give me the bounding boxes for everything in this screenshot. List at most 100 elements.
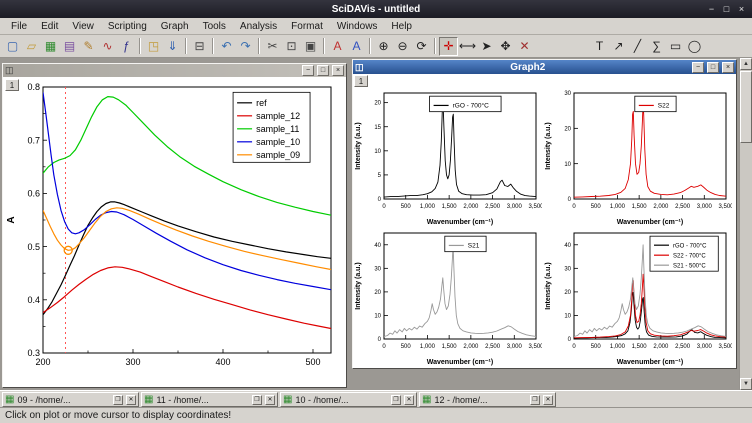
svg-text:20: 20	[374, 101, 381, 107]
menu-help[interactable]: Help	[384, 19, 419, 34]
svg-text:1,000: 1,000	[420, 344, 436, 350]
font-color-icon[interactable]: A	[328, 37, 347, 56]
svg-text:3,500: 3,500	[718, 204, 732, 210]
svg-text:Intensity (a.u.): Intensity (a.u.)	[355, 122, 362, 169]
scroll-thumb[interactable]	[740, 71, 752, 143]
graph2-maximize-button[interactable]: □	[707, 62, 719, 73]
table-icon: ▦	[5, 395, 14, 405]
screen-reader-icon[interactable]: ✛	[439, 37, 458, 56]
draw-arrow-icon[interactable]: ↗	[609, 37, 628, 56]
svg-text:10: 10	[374, 314, 381, 320]
graph-window-icon: ◫	[5, 66, 14, 75]
tab-restore-button[interactable]: ❐	[113, 395, 123, 405]
new-matrix-icon[interactable]: ▤	[60, 37, 79, 56]
add-rectangle-icon[interactable]: ▭	[666, 37, 685, 56]
tab-restore-button[interactable]: ❐	[391, 395, 401, 405]
menu-scripting[interactable]: Scripting	[101, 19, 154, 34]
subplot-s22[interactable]: 05001,0001,5002,0002,5003,0003,500010203…	[544, 88, 732, 226]
graph2-titlebar[interactable]: ◫ Graph2 − □ ×	[353, 60, 736, 74]
save-project-icon[interactable]: ⇓	[163, 37, 182, 56]
svg-text:A: A	[6, 216, 17, 223]
svg-text:10: 10	[564, 314, 571, 320]
tab-close-button[interactable]: ✕	[265, 395, 275, 405]
new-folder-icon[interactable]: ▱	[22, 37, 41, 56]
draw-line-icon[interactable]: ╱	[628, 37, 647, 56]
rescale-to-show-all-icon[interactable]: ⟳	[412, 37, 431, 56]
fill-color-icon[interactable]: A	[347, 37, 366, 56]
new-function-plot-icon[interactable]: ƒ	[117, 37, 136, 56]
add-equation-icon[interactable]: ∑	[647, 37, 666, 56]
graph1-titlebar[interactable]: ◫ − □ ×	[3, 64, 346, 77]
tab-restore-button[interactable]: ❐	[530, 395, 540, 405]
window-titlebar[interactable]: SciDAVis - untitled − □ ×	[0, 0, 752, 18]
svg-text:3,500: 3,500	[718, 344, 732, 350]
add-ellipse-icon[interactable]: ◯	[685, 37, 704, 56]
subplot-s21[interactable]: 05001,0001,5002,0002,5003,0003,500010203…	[354, 228, 542, 366]
move-data-points-icon[interactable]: ✥	[496, 37, 515, 56]
cut-icon[interactable]: ✂	[263, 37, 282, 56]
window-tab-12[interactable]: ▦12 - /home/...❐✕	[419, 392, 556, 407]
add-text-icon[interactable]: T	[590, 37, 609, 56]
tab-close-button[interactable]: ✕	[404, 395, 414, 405]
minimize-button[interactable]: −	[704, 3, 719, 16]
vertical-scrollbar[interactable]: ▲ ▼	[739, 58, 752, 390]
graph1-layer-button[interactable]: 1	[5, 79, 19, 91]
graph2-minimize-button[interactable]: −	[692, 62, 704, 73]
menu-file[interactable]: File	[4, 19, 34, 34]
subplot-grid: 05001,0001,5002,0002,5003,0003,500051015…	[354, 88, 735, 366]
zoom-in-icon[interactable]: ⊕	[374, 37, 393, 56]
paste-icon[interactable]: ▣	[301, 37, 320, 56]
window-tab-10[interactable]: ▦10 - /home/...❐✕	[280, 392, 417, 407]
subplot-rgo700[interactable]: 05001,0001,5002,0002,5003,0003,500051015…	[354, 88, 542, 226]
window-tab-label: 09 - /home/...	[17, 395, 110, 405]
window-tab-label: 11 - /home/...	[156, 395, 249, 405]
new-graph-icon[interactable]: ∿	[98, 37, 117, 56]
svg-text:S21 - 500°C: S21 - 500°C	[673, 263, 706, 269]
print-icon[interactable]: ⊟	[190, 37, 209, 56]
maximize-button[interactable]: □	[719, 3, 734, 16]
scroll-up-icon[interactable]: ▲	[740, 58, 752, 70]
remove-data-points-icon[interactable]: ✕	[515, 37, 534, 56]
graph2-layer-button[interactable]: 1	[354, 75, 368, 87]
subplot-overlay[interactable]: 05001,0001,5002,0002,5003,0003,500010203…	[544, 228, 732, 366]
svg-text:1,500: 1,500	[442, 204, 458, 210]
zoom-out-icon[interactable]: ⊖	[393, 37, 412, 56]
graph1-window[interactable]: ◫ − □ × 1 2003004005000.30.40.50.60.70.8…	[2, 63, 347, 388]
open-project-icon[interactable]: ◳	[144, 37, 163, 56]
graph1-minimize-button[interactable]: −	[302, 65, 314, 76]
graph2-window[interactable]: ◫ Graph2 − □ × 1 05001,0001,5002,0002,50…	[352, 59, 737, 369]
new-note-icon[interactable]: ✎	[79, 37, 98, 56]
window-tab-11[interactable]: ▦11 - /home/...❐✕	[141, 392, 278, 407]
menu-edit[interactable]: Edit	[34, 19, 65, 34]
select-data-range-icon[interactable]: ⟷	[458, 37, 477, 56]
menu-format[interactable]: Format	[284, 19, 330, 34]
menu-view[interactable]: View	[65, 19, 101, 34]
svg-text:ref: ref	[256, 98, 267, 108]
undo-icon[interactable]: ↶	[217, 37, 236, 56]
menu-graph[interactable]: Graph	[154, 19, 196, 34]
tab-restore-button[interactable]: ❐	[252, 395, 262, 405]
svg-text:1,500: 1,500	[632, 204, 648, 210]
new-table-icon[interactable]: ▦	[41, 37, 60, 56]
menu-analysis[interactable]: Analysis	[233, 19, 284, 34]
copy-icon[interactable]: ⊡	[282, 37, 301, 56]
uvvis-plot[interactable]: 2003004005000.30.40.50.60.70.8Arefsample…	[5, 79, 341, 383]
new-project-icon[interactable]: ▢	[3, 37, 22, 56]
svg-text:Wavenumber (cm⁻¹): Wavenumber (cm⁻¹)	[617, 219, 683, 226]
scroll-down-icon[interactable]: ▼	[740, 378, 752, 390]
redo-icon[interactable]: ↷	[236, 37, 255, 56]
menu-tools[interactable]: Tools	[196, 19, 233, 34]
svg-text:0.7: 0.7	[27, 135, 40, 145]
svg-text:S22: S22	[658, 103, 670, 110]
window-tab-09[interactable]: ▦09 - /home/...❐✕	[2, 392, 139, 407]
tab-close-button[interactable]: ✕	[543, 395, 553, 405]
pointer-icon[interactable]: ➤	[477, 37, 496, 56]
graph2-close-button[interactable]: ×	[722, 62, 734, 73]
graph1-close-button[interactable]: ×	[332, 65, 344, 76]
menu-windows[interactable]: Windows	[330, 19, 385, 34]
svg-text:2,000: 2,000	[653, 204, 669, 210]
graph1-maximize-button[interactable]: □	[317, 65, 329, 76]
tab-close-button[interactable]: ✕	[126, 395, 136, 405]
close-button[interactable]: ×	[734, 3, 749, 16]
scidavis-window: SciDAVis - untitled − □ × FileEditViewSc…	[0, 0, 752, 423]
